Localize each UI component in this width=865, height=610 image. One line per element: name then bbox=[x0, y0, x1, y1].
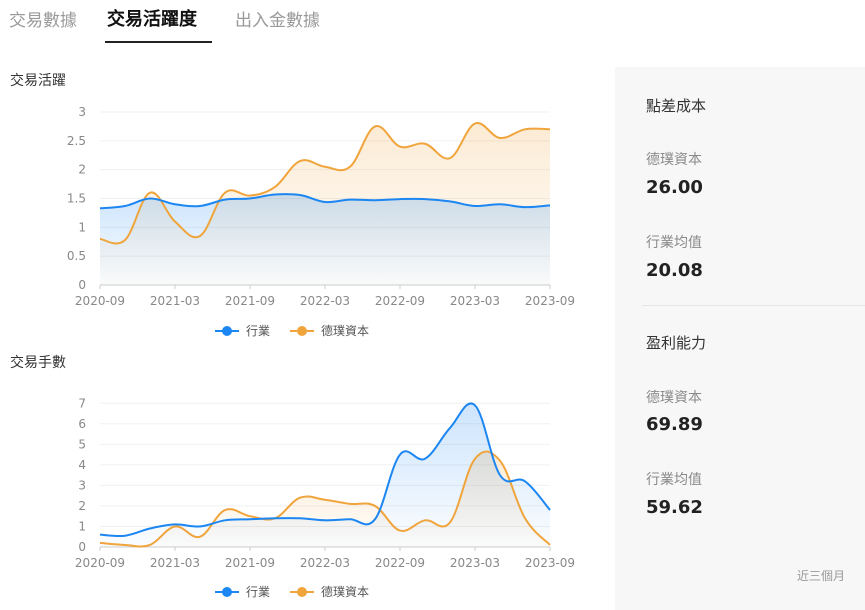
legend-item-industry: 行業 bbox=[215, 585, 270, 599]
y-tick-label: 7 bbox=[78, 396, 86, 410]
x-tick-label: 2023-09 bbox=[525, 556, 575, 570]
x-tick-label: 2023-03 bbox=[450, 294, 500, 308]
profit-industry-value: 59.62 bbox=[646, 497, 703, 518]
legend-marker bbox=[222, 587, 232, 597]
profitability-heading: 盈利能力 bbox=[646, 334, 707, 352]
chart-title-lots: 交易手數 bbox=[10, 355, 66, 371]
series-area-industry bbox=[100, 194, 550, 285]
tab-deposit-withdraw-data[interactable]: 出入金數據 bbox=[235, 6, 320, 31]
legend-label: 德璞資本 bbox=[321, 323, 369, 338]
legend-item-firm: 德璞資本 bbox=[290, 584, 369, 599]
x-tick-label: 2022-03 bbox=[300, 556, 350, 570]
y-tick-label: 0 bbox=[78, 278, 86, 292]
spread-cost-heading: 點差成本 bbox=[646, 97, 707, 115]
spread-firm-label: 德璞資本 bbox=[646, 152, 702, 168]
y-tick-label: 4 bbox=[78, 458, 86, 472]
legend-item-industry: 行業 bbox=[215, 324, 270, 338]
y-tick-label: 5 bbox=[78, 437, 86, 451]
y-tick-label: 0 bbox=[78, 540, 86, 554]
spread-industry-value: 20.08 bbox=[646, 260, 703, 281]
x-tick-label: 2021-09 bbox=[225, 294, 275, 308]
side-panel: 點差成本 德璞資本 26.00 行業均值 20.08 盈利能力 德璞資本 69.… bbox=[615, 67, 865, 610]
legend-marker bbox=[297, 587, 307, 597]
period-label: 近三個月 bbox=[797, 569, 846, 583]
legend-label: 德璞資本 bbox=[321, 584, 369, 599]
chart-title-activity: 交易活躍 bbox=[10, 73, 66, 89]
y-tick-label: 1 bbox=[78, 519, 86, 533]
y-tick-label: 0.5 bbox=[67, 249, 86, 263]
active-tab-indicator bbox=[105, 41, 212, 43]
tab-trade-activity[interactable]: 交易活躍度 bbox=[107, 5, 197, 31]
x-tick-label: 2020-09 bbox=[75, 294, 125, 308]
x-tick-label: 2022-03 bbox=[300, 294, 350, 308]
y-tick-label: 1.5 bbox=[67, 192, 86, 206]
legend-label: 行業 bbox=[246, 585, 270, 599]
section-divider bbox=[642, 305, 865, 306]
x-tick-label: 2021-09 bbox=[225, 556, 275, 570]
y-tick-label: 2 bbox=[78, 499, 86, 513]
legend-label: 行業 bbox=[246, 324, 270, 338]
x-tick-label: 2022-09 bbox=[375, 556, 425, 570]
y-tick-label: 2.5 bbox=[67, 134, 86, 148]
profit-firm-value: 69.89 bbox=[646, 414, 703, 435]
y-tick-label: 3 bbox=[78, 478, 86, 492]
lots-chart: 0 1 2 3 4 5 6 7 2020-09 2021-03 2021-09 2022-03 2022… bbox=[75, 396, 575, 599]
y-tick-label: 1 bbox=[78, 220, 86, 234]
x-tick-label: 2023-03 bbox=[450, 556, 500, 570]
profit-firm-label: 德璞資本 bbox=[646, 390, 702, 406]
profit-industry-label: 行業均值 bbox=[646, 472, 702, 488]
spread-industry-label: 行業均值 bbox=[646, 235, 702, 251]
legend-marker bbox=[297, 326, 307, 336]
tab-trade-data[interactable]: 交易數據 bbox=[9, 6, 77, 31]
x-tick-label: 2021-03 bbox=[150, 294, 200, 308]
y-tick-label: 3 bbox=[78, 105, 86, 119]
x-tick-label: 2021-03 bbox=[150, 556, 200, 570]
legend-marker bbox=[222, 326, 232, 336]
y-tick-label: 2 bbox=[78, 163, 86, 177]
x-tick-label: 2022-09 bbox=[375, 294, 425, 308]
activity-chart: 0 0.5 1 1.5 2 2.5 3 2020-09 2021-03 2021-09 2022-0… bbox=[67, 105, 575, 338]
x-tick-label: 2023-09 bbox=[525, 294, 575, 308]
x-tick-label: 2020-09 bbox=[75, 556, 125, 570]
y-tick-label: 6 bbox=[78, 417, 86, 431]
spread-firm-value: 26.00 bbox=[646, 177, 703, 198]
legend-item-firm: 德璞資本 bbox=[290, 323, 369, 338]
tab-bar: 交易數據 交易活躍度 出入金數據 bbox=[0, 0, 600, 46]
